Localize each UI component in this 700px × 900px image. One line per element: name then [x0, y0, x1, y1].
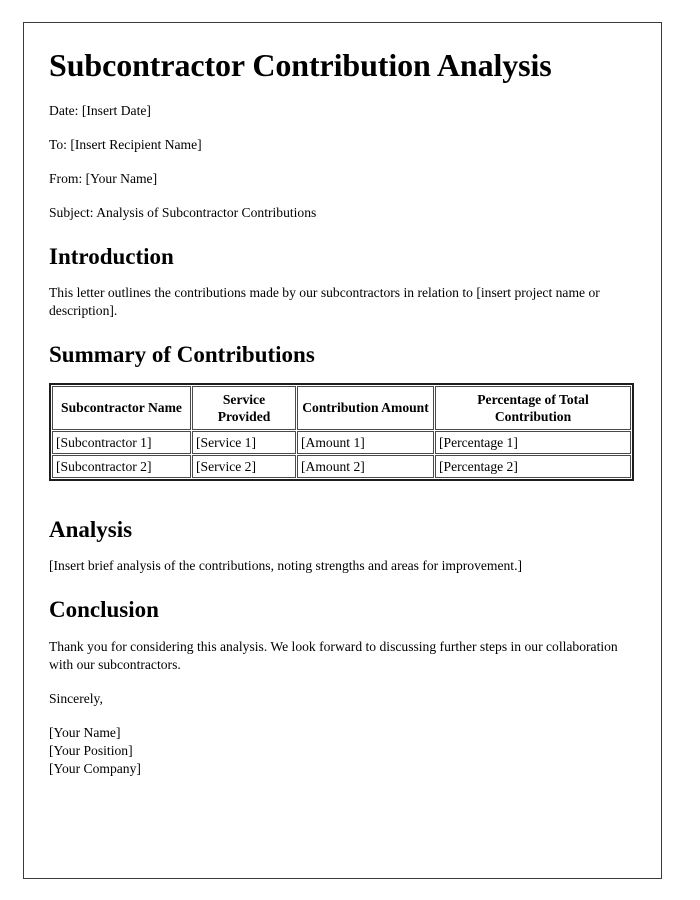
section-heading-analysis: Analysis	[49, 516, 133, 542]
table-spacer	[49, 487, 639, 495]
cell-service-provided: [Service 1]	[192, 430, 296, 454]
signature-block: [Your Name] [Your Position] [Your Compan…	[49, 724, 141, 776]
column-header-service-provided: Service Provided	[192, 385, 296, 430]
document-content: Subcontractor Contribution Analysis Date…	[49, 47, 639, 778]
table-header-row: Subcontractor Name Service Provided Cont…	[52, 385, 631, 430]
cell-subcontractor-name: [Subcontractor 1]	[52, 430, 191, 454]
cell-subcontractor-name: [Subcontractor 2]	[52, 454, 191, 478]
document-page-frame: Subcontractor Contribution Analysis Date…	[23, 22, 662, 879]
section-heading-summary-of-contributions: Summary of Contributions	[49, 342, 315, 368]
column-header-contribution-amount: Contribution Amount	[297, 385, 434, 430]
table-row: [Subcontractor 2] [Service 2] [Amount 2]…	[52, 454, 631, 478]
cell-contribution-amount: [Amount 2]	[297, 454, 434, 478]
meta-line-from: From: [Your Name]	[49, 170, 158, 186]
table-row: [Subcontractor 1] [Service 1] [Amount 1]…	[52, 430, 631, 454]
meta-line-to: To: [Insert Recipient Name]	[49, 136, 202, 152]
page-title: Subcontractor Contribution Analysis	[49, 47, 552, 83]
closing-salutation: Sincerely,	[49, 690, 103, 706]
cell-percentage-of-total: [Percentage 1]	[435, 430, 631, 454]
section-heading-conclusion: Conclusion	[49, 597, 159, 623]
cell-percentage-of-total: [Percentage 2]	[435, 454, 631, 478]
section-body-conclusion: Thank you for considering this analysis.…	[49, 638, 618, 672]
column-header-subcontractor-name: Subcontractor Name	[52, 385, 191, 430]
contributions-table: Subcontractor Name Service Provided Cont…	[49, 382, 634, 481]
meta-line-subject: Subject: Analysis of Subcontractor Contr…	[49, 204, 317, 220]
section-body-introduction: This letter outlines the contributions m…	[49, 285, 600, 319]
column-header-percentage-of-total: Percentage of Total Contribution	[435, 385, 631, 430]
section-body-analysis: [Insert brief analysis of the contributi…	[49, 558, 523, 574]
meta-line-date: Date: [Insert Date]	[49, 102, 151, 118]
section-heading-introduction: Introduction	[49, 243, 174, 269]
cell-contribution-amount: [Amount 1]	[297, 430, 434, 454]
cell-service-provided: [Service 2]	[192, 454, 296, 478]
